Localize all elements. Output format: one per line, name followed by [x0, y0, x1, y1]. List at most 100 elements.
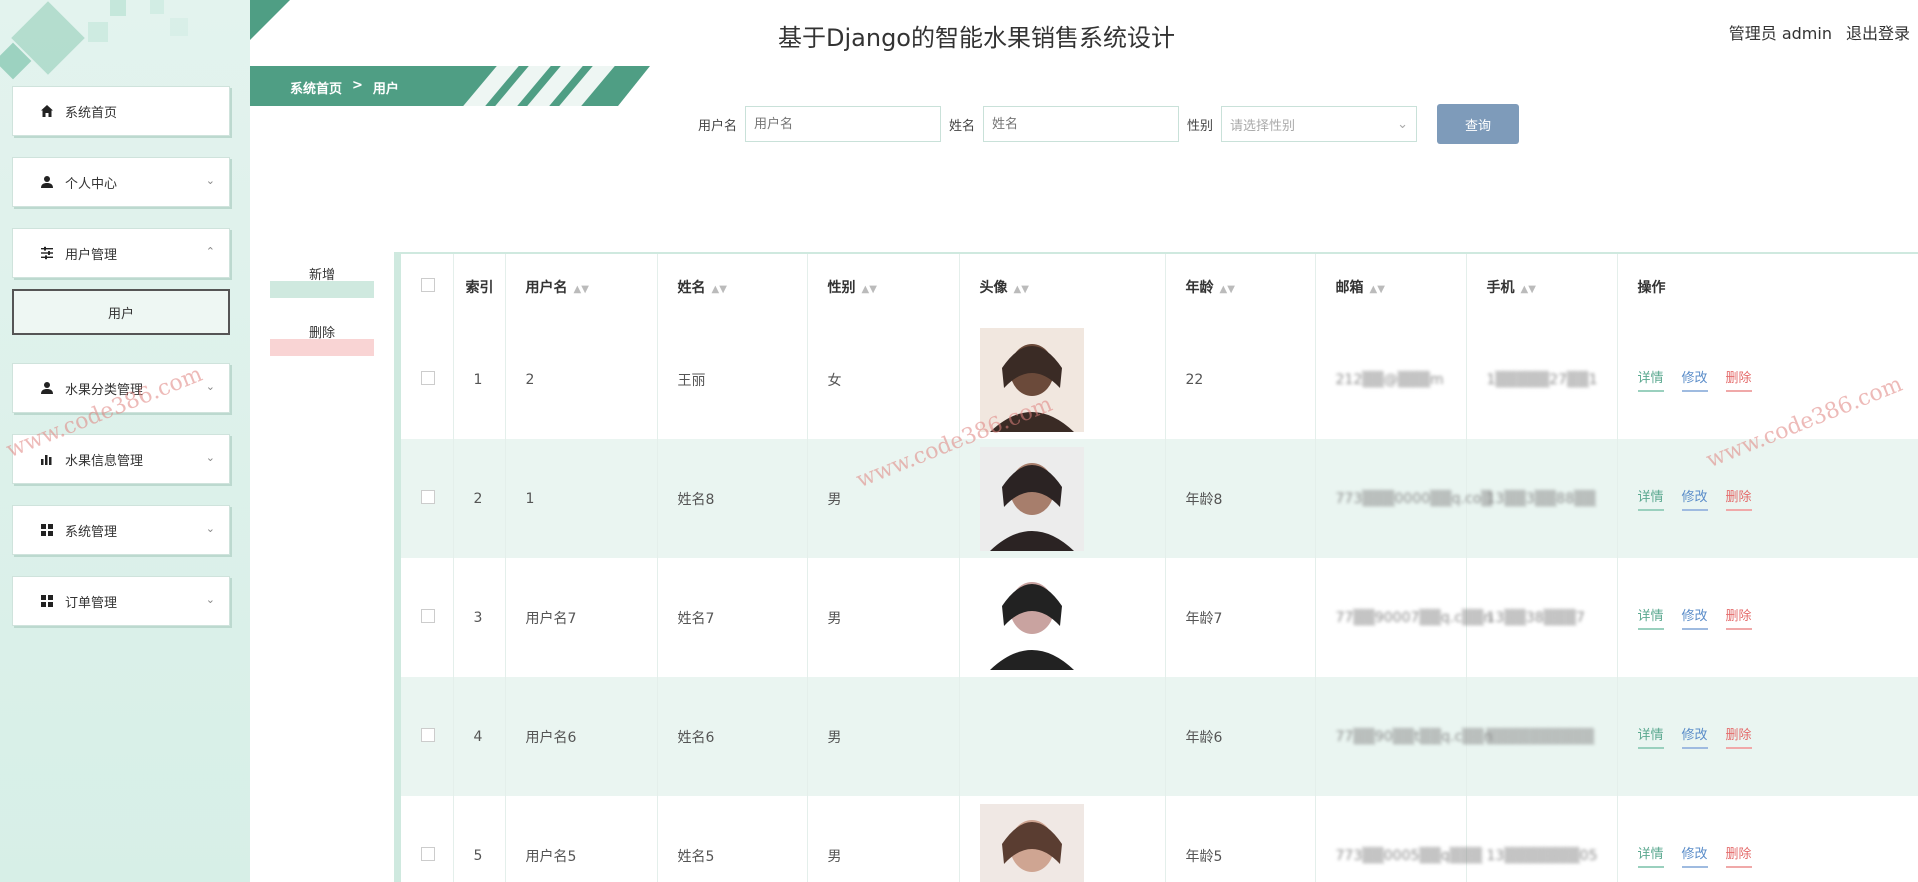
- cell-username: 用户名7: [505, 558, 658, 677]
- cell-name: 姓名7: [657, 558, 808, 677]
- gender-select[interactable]: 请选择性别 ⌄: [1221, 106, 1418, 142]
- cell-avatar: [959, 558, 1166, 677]
- gender-select-placeholder: 请选择性别: [1230, 118, 1296, 134]
- edit-link[interactable]: 修改: [1681, 724, 1708, 749]
- breadcrumb-home[interactable]: 系统首页: [290, 78, 342, 97]
- chevron-down-icon: ⌄: [205, 380, 215, 393]
- cell-email: 77▒▒90▒▒t▒▒q.c▒▒n: [1315, 677, 1493, 796]
- sidebar-item-label: 订单管理: [65, 595, 118, 611]
- detail-link[interactable]: 详情: [1637, 843, 1664, 868]
- detail-link[interactable]: 详情: [1637, 367, 1664, 392]
- sidebar-subitem-user[interactable]: 用户: [12, 289, 230, 335]
- current-user: 管理员 admin: [1728, 24, 1832, 43]
- cell-gender: 男: [807, 558, 960, 677]
- breadcrumb-separator: >: [352, 78, 363, 93]
- row-checkbox[interactable]: [421, 727, 435, 742]
- cell-index: 5: [453, 796, 506, 882]
- sidebar-item-label: 个人中心: [65, 176, 118, 192]
- row-checkbox[interactable]: [421, 370, 435, 385]
- grid-icon: [39, 522, 55, 538]
- phone-value: 13▒▒3▒▒88▒▒: [1486, 490, 1596, 507]
- edit-link[interactable]: 修改: [1681, 605, 1708, 630]
- cell-phone: ▒▒▒▒▒▒▒▒▒▒: [1466, 677, 1618, 796]
- logout-link[interactable]: 退出登录: [1846, 20, 1910, 44]
- delete-link[interactable]: 删除: [1725, 605, 1752, 630]
- edit-link[interactable]: 修改: [1681, 367, 1708, 392]
- col-header-phone[interactable]: 手机 ▲▼: [1466, 254, 1618, 320]
- avatar-image: [979, 446, 1084, 551]
- delete-link[interactable]: 删除: [1725, 486, 1752, 511]
- sidebar-item-system[interactable]: 系统管理 ⌄: [12, 505, 230, 555]
- cell-ops: 详情 修改 删除: [1617, 439, 1918, 558]
- select-all-checkbox[interactable]: [421, 278, 435, 292]
- cell-gender: 男: [807, 439, 960, 558]
- col-header-index: 索引: [453, 254, 506, 320]
- sidebar-item-orders[interactable]: 订单管理 ⌄: [12, 576, 230, 626]
- detail-link[interactable]: 详情: [1637, 724, 1664, 749]
- decor-square: [170, 18, 188, 36]
- avatar-image: [979, 803, 1084, 882]
- user-info: 管理员 admin 退出登录: [1729, 20, 1910, 44]
- sidebar-item-profile[interactable]: 个人中心 ⌄: [12, 157, 230, 207]
- name-input[interactable]: [983, 106, 1180, 142]
- table-row: 2 1 姓名8 男 年龄8 773▒▒▒0000▒▒q.co▒ 13▒▒3▒▒8…: [401, 439, 1918, 558]
- cell-name: 姓名6: [657, 677, 808, 796]
- col-header-email[interactable]: 邮箱 ▲▼: [1315, 254, 1467, 320]
- table-row: 1 2 王丽 女 22 212▒▒@▒▒▒m 1▒▒▒▒▒27▒▒1 详情 修改…: [401, 320, 1918, 439]
- sort-icon[interactable]: ▲▼: [862, 284, 877, 295]
- row-checkbox[interactable]: [421, 608, 435, 623]
- detail-link[interactable]: 详情: [1637, 486, 1664, 511]
- sort-icon[interactable]: ▲▼: [1014, 284, 1029, 295]
- sidebar-item-user-management[interactable]: 用户管理 ⌃: [12, 228, 230, 278]
- edit-link[interactable]: 修改: [1681, 843, 1708, 868]
- row-select-cell: [401, 796, 454, 882]
- col-header-username[interactable]: 用户名 ▲▼: [505, 254, 658, 320]
- email-value: 773▒▒0005▒▒q▒▒▒: [1335, 847, 1483, 864]
- col-header-name[interactable]: 姓名 ▲▼: [657, 254, 808, 320]
- delete-link[interactable]: 删除: [1725, 724, 1752, 749]
- edit-link[interactable]: 修改: [1681, 486, 1708, 511]
- sidebar-item-fruit-info[interactable]: 水果信息管理 ⌄: [12, 434, 230, 484]
- sidebar-item-home[interactable]: 系统首页: [12, 86, 230, 136]
- breadcrumb: 系统首页 > 用户: [290, 78, 399, 97]
- sort-icon[interactable]: ▲▼: [712, 284, 727, 295]
- sidebar-menu: 系统首页 个人中心 ⌄ 用户管理 ⌃ 用户 水果分类管理 ⌄ 水果信息管理 ⌄ …: [12, 86, 230, 647]
- col-header-avatar[interactable]: 头像 ▲▼: [959, 254, 1166, 320]
- chevron-down-icon: ⌄: [1397, 116, 1409, 132]
- cell-ops: 详情 修改 删除: [1617, 320, 1918, 439]
- header-corner-decor: [250, 0, 290, 40]
- user-icon: [39, 174, 55, 190]
- cell-phone: 13▒▒38▒▒▒7: [1466, 558, 1618, 677]
- detail-link[interactable]: 详情: [1637, 605, 1664, 630]
- cell-index: 2: [453, 439, 506, 558]
- row-checkbox[interactable]: [421, 489, 435, 504]
- row-checkbox[interactable]: [421, 846, 435, 861]
- col-header-ops: 操作: [1617, 254, 1918, 320]
- row-actions: 详情 修改 删除: [1637, 843, 1918, 868]
- cell-phone: 13▒▒▒▒▒▒▒05: [1466, 796, 1618, 882]
- query-button[interactable]: 查询: [1437, 104, 1520, 144]
- cell-gender: 男: [807, 796, 960, 882]
- col-header-age[interactable]: 年龄 ▲▼: [1165, 254, 1316, 320]
- cell-avatar: [959, 796, 1166, 882]
- delete-button[interactable]: 删除: [270, 322, 374, 356]
- row-actions: 详情 修改 删除: [1637, 605, 1918, 630]
- cell-email: 773▒▒0005▒▒q▒▒▒: [1315, 796, 1482, 882]
- col-header-gender[interactable]: 性别 ▲▼: [807, 254, 960, 320]
- sort-icon[interactable]: ▲▼: [1521, 284, 1536, 295]
- username-input[interactable]: [745, 106, 942, 142]
- cell-email: 773▒▒▒0000▒▒q.co▒: [1315, 439, 1492, 558]
- sort-icon[interactable]: ▲▼: [1370, 284, 1385, 295]
- select-all-cell: [401, 254, 454, 320]
- sort-icon[interactable]: ▲▼: [574, 284, 589, 295]
- decor-square: [110, 0, 126, 16]
- table-row: 5 用户名5 姓名5 男 年龄5 773▒▒0005▒▒q▒▒▒ 13▒▒▒▒▒…: [401, 796, 1918, 882]
- cell-index: 3: [453, 558, 506, 677]
- sidebar-item-fruit-category[interactable]: 水果分类管理 ⌄: [12, 363, 230, 413]
- delete-link[interactable]: 删除: [1725, 367, 1752, 392]
- cell-age: 年龄7: [1165, 558, 1316, 677]
- delete-link[interactable]: 删除: [1725, 843, 1752, 868]
- sort-icon[interactable]: ▲▼: [1220, 284, 1235, 295]
- add-button[interactable]: 新增: [270, 264, 374, 298]
- table-row: 4 用户名6 姓名6 男 年龄6 77▒▒90▒▒t▒▒q.c▒▒n ▒▒▒▒▒…: [401, 677, 1918, 796]
